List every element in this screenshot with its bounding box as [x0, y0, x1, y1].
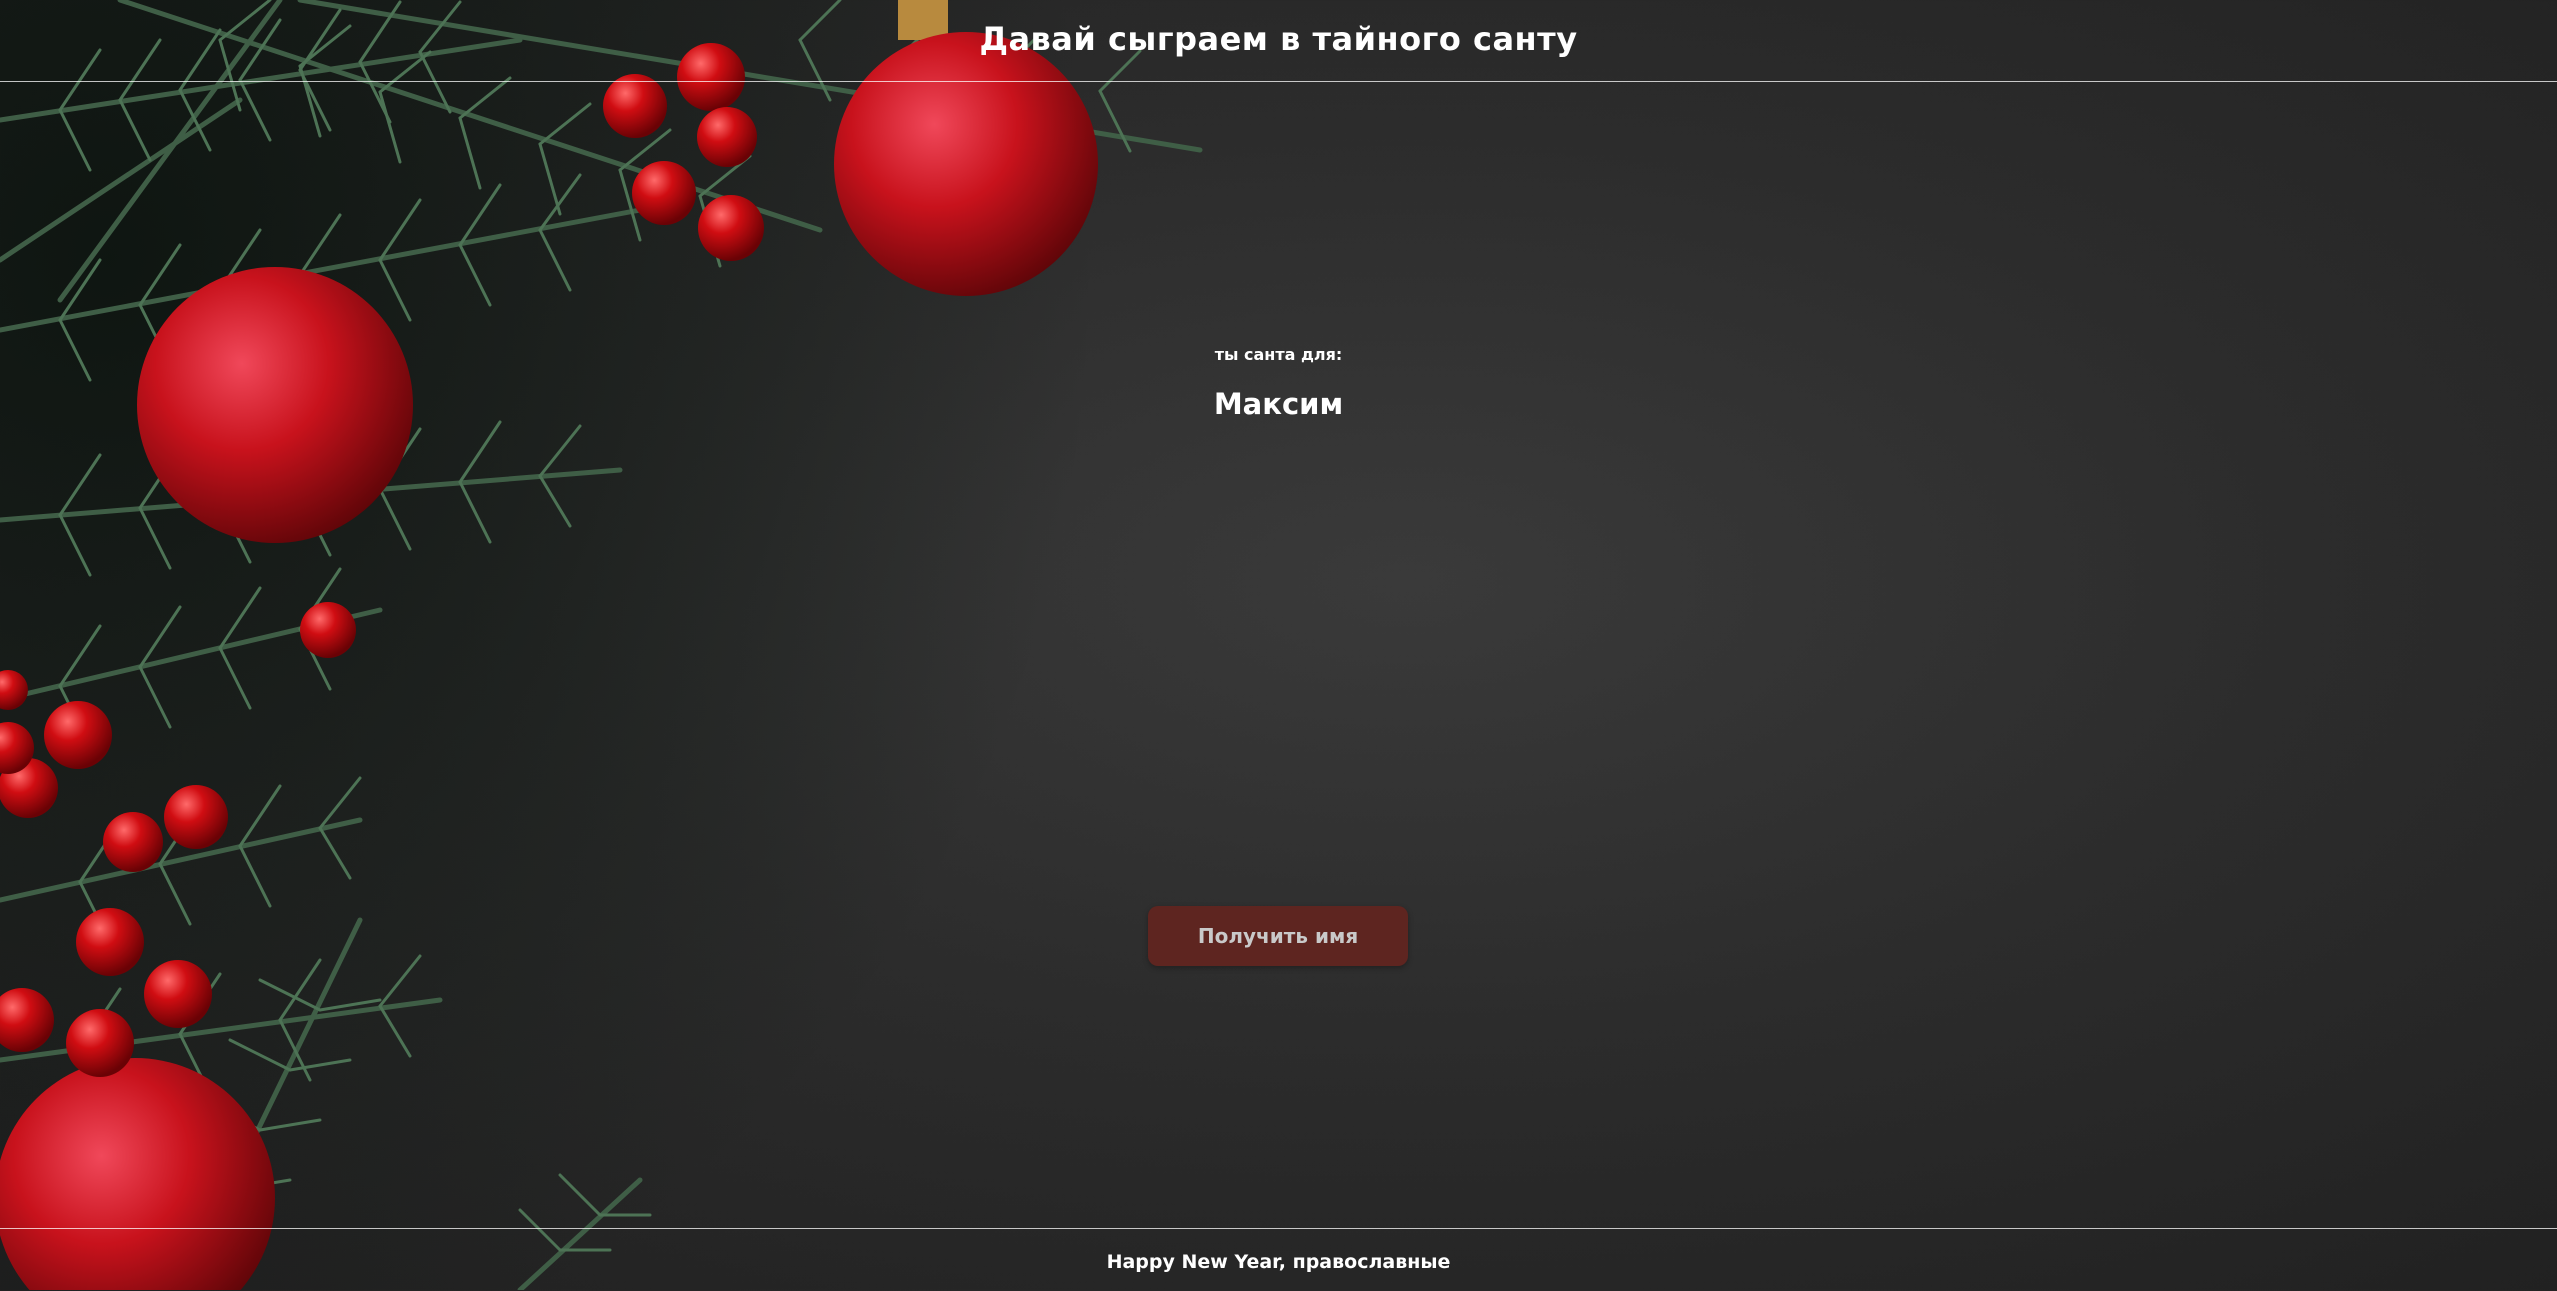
santa-for-label: ты санта для:	[1214, 345, 1343, 364]
page-header: Давай сыграем в тайного санту	[0, 0, 2557, 82]
page-footer: Happy New Year, православные	[0, 1228, 2557, 1291]
christmas-decoration-background	[0, 0, 1203, 1290]
recipient-name: Максим	[1213, 387, 1344, 421]
get-name-button[interactable]: Получить имя	[1148, 906, 1408, 966]
page-title: Давай сыграем в тайного санту	[979, 20, 1578, 58]
footer-text: Happy New Year, православные	[1106, 1251, 1451, 1273]
